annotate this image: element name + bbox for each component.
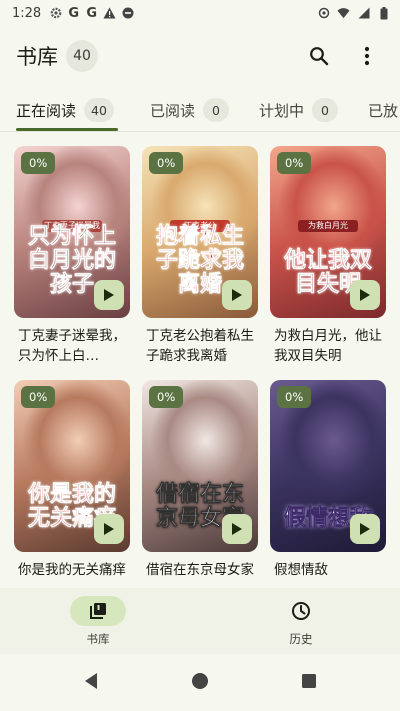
more-vert-icon [364, 46, 370, 66]
play-button[interactable] [94, 514, 124, 544]
signal-icon [357, 7, 370, 20]
history-clock-icon [292, 602, 310, 620]
top-app-bar: 书库 40 [0, 36, 400, 76]
back-button[interactable] [83, 672, 99, 694]
no-entry-icon [121, 7, 134, 20]
book-card[interactable]: 为救白月光 他让我双目失明 0% 为救白月光，他让我双目失明 [270, 146, 386, 366]
book-card[interactable]: 丁克老公 抱着私生子跪求我离婚 0% 丁克老公抱着私生子跪求我离婚 [142, 146, 258, 366]
progress-badge: 0% [277, 152, 312, 174]
play-icon [232, 289, 242, 301]
home-button[interactable] [191, 672, 209, 694]
book-card[interactable]: 假情想敌 0% 假想情敌 [270, 380, 386, 600]
play-icon [104, 289, 114, 301]
nav-history[interactable]: 历史 [241, 596, 361, 647]
book-cover[interactable]: 你是我的无关痛痒 0% [14, 380, 130, 552]
search-button[interactable] [302, 39, 336, 73]
recents-button[interactable] [301, 673, 317, 693]
search-icon [310, 47, 329, 66]
play-icon [232, 523, 242, 535]
cover-tag: 为救白月光 [298, 220, 358, 232]
bottom-navigation: 书库 历史 [0, 588, 400, 654]
progress-badge: 0% [21, 386, 56, 408]
g-logo-icon: G [86, 5, 98, 21]
play-icon [104, 523, 114, 535]
settings-gear-icon [49, 7, 62, 20]
tab-count-badge: 0 [203, 98, 230, 122]
progress-badge: 0% [277, 386, 312, 408]
nav-library-pill [70, 596, 126, 626]
wifi-icon [337, 7, 350, 20]
play-button[interactable] [222, 280, 252, 310]
back-icon [85, 672, 97, 689]
recents-icon [302, 673, 316, 688]
warning-triangle-icon [103, 7, 116, 20]
status-notification-icons: G G [49, 5, 134, 21]
progress-badge: 0% [149, 152, 184, 174]
library-count-badge: 40 [66, 40, 98, 72]
progress-badge: 0% [21, 152, 56, 174]
tab-planned[interactable]: 计划中 0 [259, 90, 339, 130]
play-button[interactable] [222, 514, 252, 544]
tab-label: 计划中 [259, 101, 305, 120]
progress-badge: 0% [149, 386, 184, 408]
nav-label: 历史 [289, 632, 313, 646]
tab-label: 正在阅读 [16, 101, 77, 120]
system-navigation-bar [0, 654, 400, 711]
book-cover[interactable]: 丁克妻子迷晕我 只为怀上白月光的孩子 0% [14, 146, 130, 318]
battery-icon [377, 6, 390, 20]
book-cover[interactable]: 为救白月光 他让我双目失明 0% [270, 146, 386, 318]
play-icon [360, 523, 370, 535]
tab-label: 已阅读 [150, 101, 196, 120]
library-books-icon [90, 603, 106, 619]
page-title: 书库 [16, 45, 58, 69]
more-options-button[interactable] [350, 39, 384, 73]
g-logo-icon: G [68, 5, 80, 21]
nav-label: 书库 [86, 632, 110, 646]
tab-reading[interactable]: 正在阅读 40 [16, 90, 114, 130]
tab-count-badge: 40 [84, 98, 114, 122]
tab-label: 已放 [368, 101, 399, 120]
home-icon [192, 672, 208, 689]
top-bar-actions [302, 39, 384, 73]
tab-dropped[interactable]: 已放 [368, 90, 398, 130]
play-icon [360, 289, 370, 301]
reading-status-tabs: 正在阅读 40 已阅读 0 计划中 0 已放 [0, 90, 400, 132]
book-cover[interactable]: 假情想敌 0% [270, 380, 386, 552]
book-card[interactable]: 借宿在东京母女家 0% 借宿在东京母女家 [142, 380, 258, 600]
book-card[interactable]: 丁克妻子迷晕我 只为怀上白月光的孩子 0% 丁克妻子迷晕我，只为怀上白… [14, 146, 130, 366]
nav-history-pill [273, 596, 329, 626]
status-system-icons [317, 6, 390, 20]
book-title: 丁克妻子迷晕我，只为怀上白… [18, 328, 126, 364]
location-icon [317, 7, 330, 20]
tab-count-badge: 0 [312, 98, 339, 122]
tab-finished[interactable]: 已阅读 0 [150, 90, 230, 130]
play-button[interactable] [94, 280, 124, 310]
book-cover[interactable]: 借宿在东京母女家 0% [142, 380, 258, 552]
status-time: 1:28 [12, 5, 42, 21]
book-title: 为救白月光，他让我双目失明 [274, 328, 382, 364]
play-button[interactable] [350, 514, 380, 544]
book-title: 丁克老公抱着私生子跪求我离婚 [146, 328, 254, 364]
book-cover[interactable]: 丁克老公 抱着私生子跪求我离婚 0% [142, 146, 258, 318]
play-button[interactable] [350, 280, 380, 310]
active-tab-indicator [16, 128, 118, 131]
book-card[interactable]: 你是我的无关痛痒 0% 你是我的无关痛痒 [14, 380, 130, 600]
status-bar: 1:28 G G [0, 0, 400, 26]
nav-library[interactable]: 书库 [38, 596, 158, 647]
